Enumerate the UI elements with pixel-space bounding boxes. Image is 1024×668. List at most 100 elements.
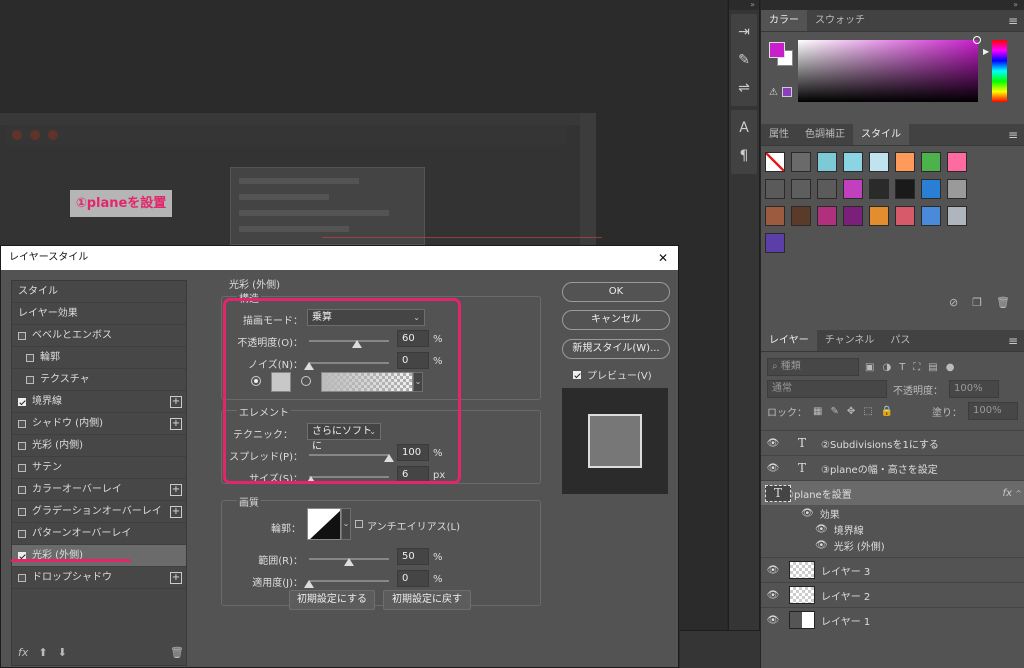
style-list-item[interactable]: ベベルとエンボス [12,325,186,347]
style-list-item[interactable]: ドロップシャドウ + [12,567,186,589]
eye-icon[interactable]: 👁 [801,508,814,519]
style-checkbox[interactable] [18,463,26,472]
preview-toggle[interactable]: プレビュー(V) [573,367,652,382]
jitter-slider-thumb[interactable] [304,580,314,588]
collapse-arrows-icon[interactable]: » [761,0,1024,10]
style-swatch[interactable] [791,206,811,226]
style-checkbox[interactable] [18,573,26,582]
style-list-item[interactable]: サテン [12,457,186,479]
trash-icon[interactable]: 🗑 [170,646,184,659]
lock-position-icon[interactable]: ✥ [847,406,855,417]
style-swatch[interactable] [817,152,837,172]
style-swatch[interactable] [947,152,967,172]
panel-menu-icon[interactable]: ≡ [1008,124,1018,146]
style-checkbox[interactable] [18,331,26,340]
add-effect-icon[interactable]: + [170,396,182,408]
eye-icon[interactable]: 👁 [761,438,785,449]
style-swatch[interactable] [895,152,915,172]
panel-menu-icon[interactable]: ≡ [1008,330,1018,352]
style-swatch[interactable] [921,179,941,199]
style-checkbox[interactable] [18,397,26,406]
hue-slider-arrow-icon[interactable]: ▶ [983,47,989,56]
style-swatch[interactable] [765,179,785,199]
tab-layers[interactable]: レイヤー [761,330,817,351]
style-swatch[interactable] [895,206,915,226]
layer-row[interactable]: 👁 レイヤー 1 [761,607,1024,632]
brush-icon[interactable]: ✎ [732,48,756,72]
eye-icon[interactable]: 👁 [815,540,828,551]
style-list-item[interactable]: パターンオーバーレイ [12,523,186,545]
style-swatch[interactable] [791,152,811,172]
hue-slider[interactable] [992,40,1007,102]
history-icon[interactable]: ⇥ [732,20,756,44]
paragraph-icon[interactable]: ¶ [732,144,756,168]
tab-swatches[interactable]: スウォッチ [807,10,873,31]
add-effect-icon[interactable]: + [170,418,182,430]
layer-row-selected[interactable]: 👁 T ①planeを設置 fx ^ [761,480,1024,505]
delete-style-icon[interactable]: 🗑 [996,296,1010,309]
color-field[interactable] [798,40,978,102]
eye-icon[interactable]: 👁 [761,590,785,601]
shape-filter-icon[interactable]: ⛶ [913,362,920,373]
lock-paint-icon[interactable]: ✎ [830,406,838,417]
style-list-item[interactable]: スタイル [12,281,186,303]
style-swatch[interactable] [765,233,785,253]
style-swatch[interactable] [895,179,915,199]
new-style-icon[interactable]: ❐ [972,296,982,309]
style-swatch[interactable] [817,206,837,226]
style-swatch[interactable] [765,206,785,226]
style-swatch[interactable] [765,152,785,172]
style-checkbox[interactable] [18,419,26,428]
tab-channels[interactable]: チャンネル [817,330,883,351]
move-up-icon[interactable]: ⬆ [38,646,47,659]
new-style-button[interactable]: 新規スタイル(W)... [562,339,670,359]
preview-checkbox[interactable] [573,370,581,379]
collapse-arrows-icon[interactable]: » [729,0,759,10]
range-input[interactable]: 50 [397,548,429,565]
lock-all-icon[interactable]: 🔒 [881,406,893,417]
character-icon[interactable]: A [732,116,756,140]
jitter-slider[interactable] [309,580,389,582]
toggle-filter-icon[interactable]: ● [946,362,955,373]
style-list-item[interactable]: 境界線 + [12,391,186,413]
chevron-down-icon[interactable]: ⌄ [341,508,351,540]
eye-icon[interactable]: 👁 [761,463,785,474]
layer-row[interactable]: 👁 レイヤー 2 [761,582,1024,607]
add-effect-icon[interactable]: + [170,484,182,496]
lock-pixels-icon[interactable]: ▦ [813,406,822,417]
style-swatch[interactable] [791,179,811,199]
style-swatch[interactable] [921,206,941,226]
panel-menu-icon[interactable]: ≡ [1008,10,1018,32]
style-swatch[interactable] [921,152,941,172]
opacity-field[interactable]: 100% [949,380,999,398]
add-effect-icon[interactable]: + [170,506,182,518]
style-swatch[interactable] [869,152,889,172]
style-list-item[interactable]: シャドウ (内側) + [12,413,186,435]
fill-field[interactable]: 100% [968,402,1018,420]
tab-styles[interactable]: スタイル [853,124,909,145]
tab-properties[interactable]: 属性 [761,124,797,145]
style-checkbox[interactable] [26,353,34,362]
close-icon[interactable]: ✕ [658,246,668,270]
text-filter-icon[interactable]: T [899,362,905,373]
style-list-item[interactable]: カラーオーバーレイ + [12,479,186,501]
blend-mode-select[interactable]: 通常 [767,380,887,398]
cancel-button[interactable]: キャンセル [562,310,670,330]
style-swatch[interactable] [843,179,863,199]
reset-default-button[interactable]: 初期設定に戻す [383,590,471,610]
style-list-item[interactable]: テクスチャ [12,369,186,391]
style-checkbox[interactable] [26,375,34,384]
antialias-checkbox[interactable] [355,520,363,528]
style-checkbox[interactable] [18,507,26,516]
effect-name[interactable]: 境界線 [834,522,864,537]
color-cursor[interactable] [973,36,981,44]
eye-icon[interactable]: 👁 [761,565,785,576]
style-checkbox[interactable] [18,441,26,450]
tab-adjustments[interactable]: 色調補正 [797,124,853,145]
style-list-item[interactable]: 光彩 (外側) [12,545,186,567]
make-default-button[interactable]: 初期設定にする [289,590,375,610]
style-list-item[interactable]: 輪郭 [12,347,186,369]
jitter-input[interactable]: 0 [397,570,429,587]
layer-row[interactable]: 👁 T ③planeの幅・高さを設定 [761,455,1024,480]
eye-icon[interactable]: 👁 [761,615,785,626]
